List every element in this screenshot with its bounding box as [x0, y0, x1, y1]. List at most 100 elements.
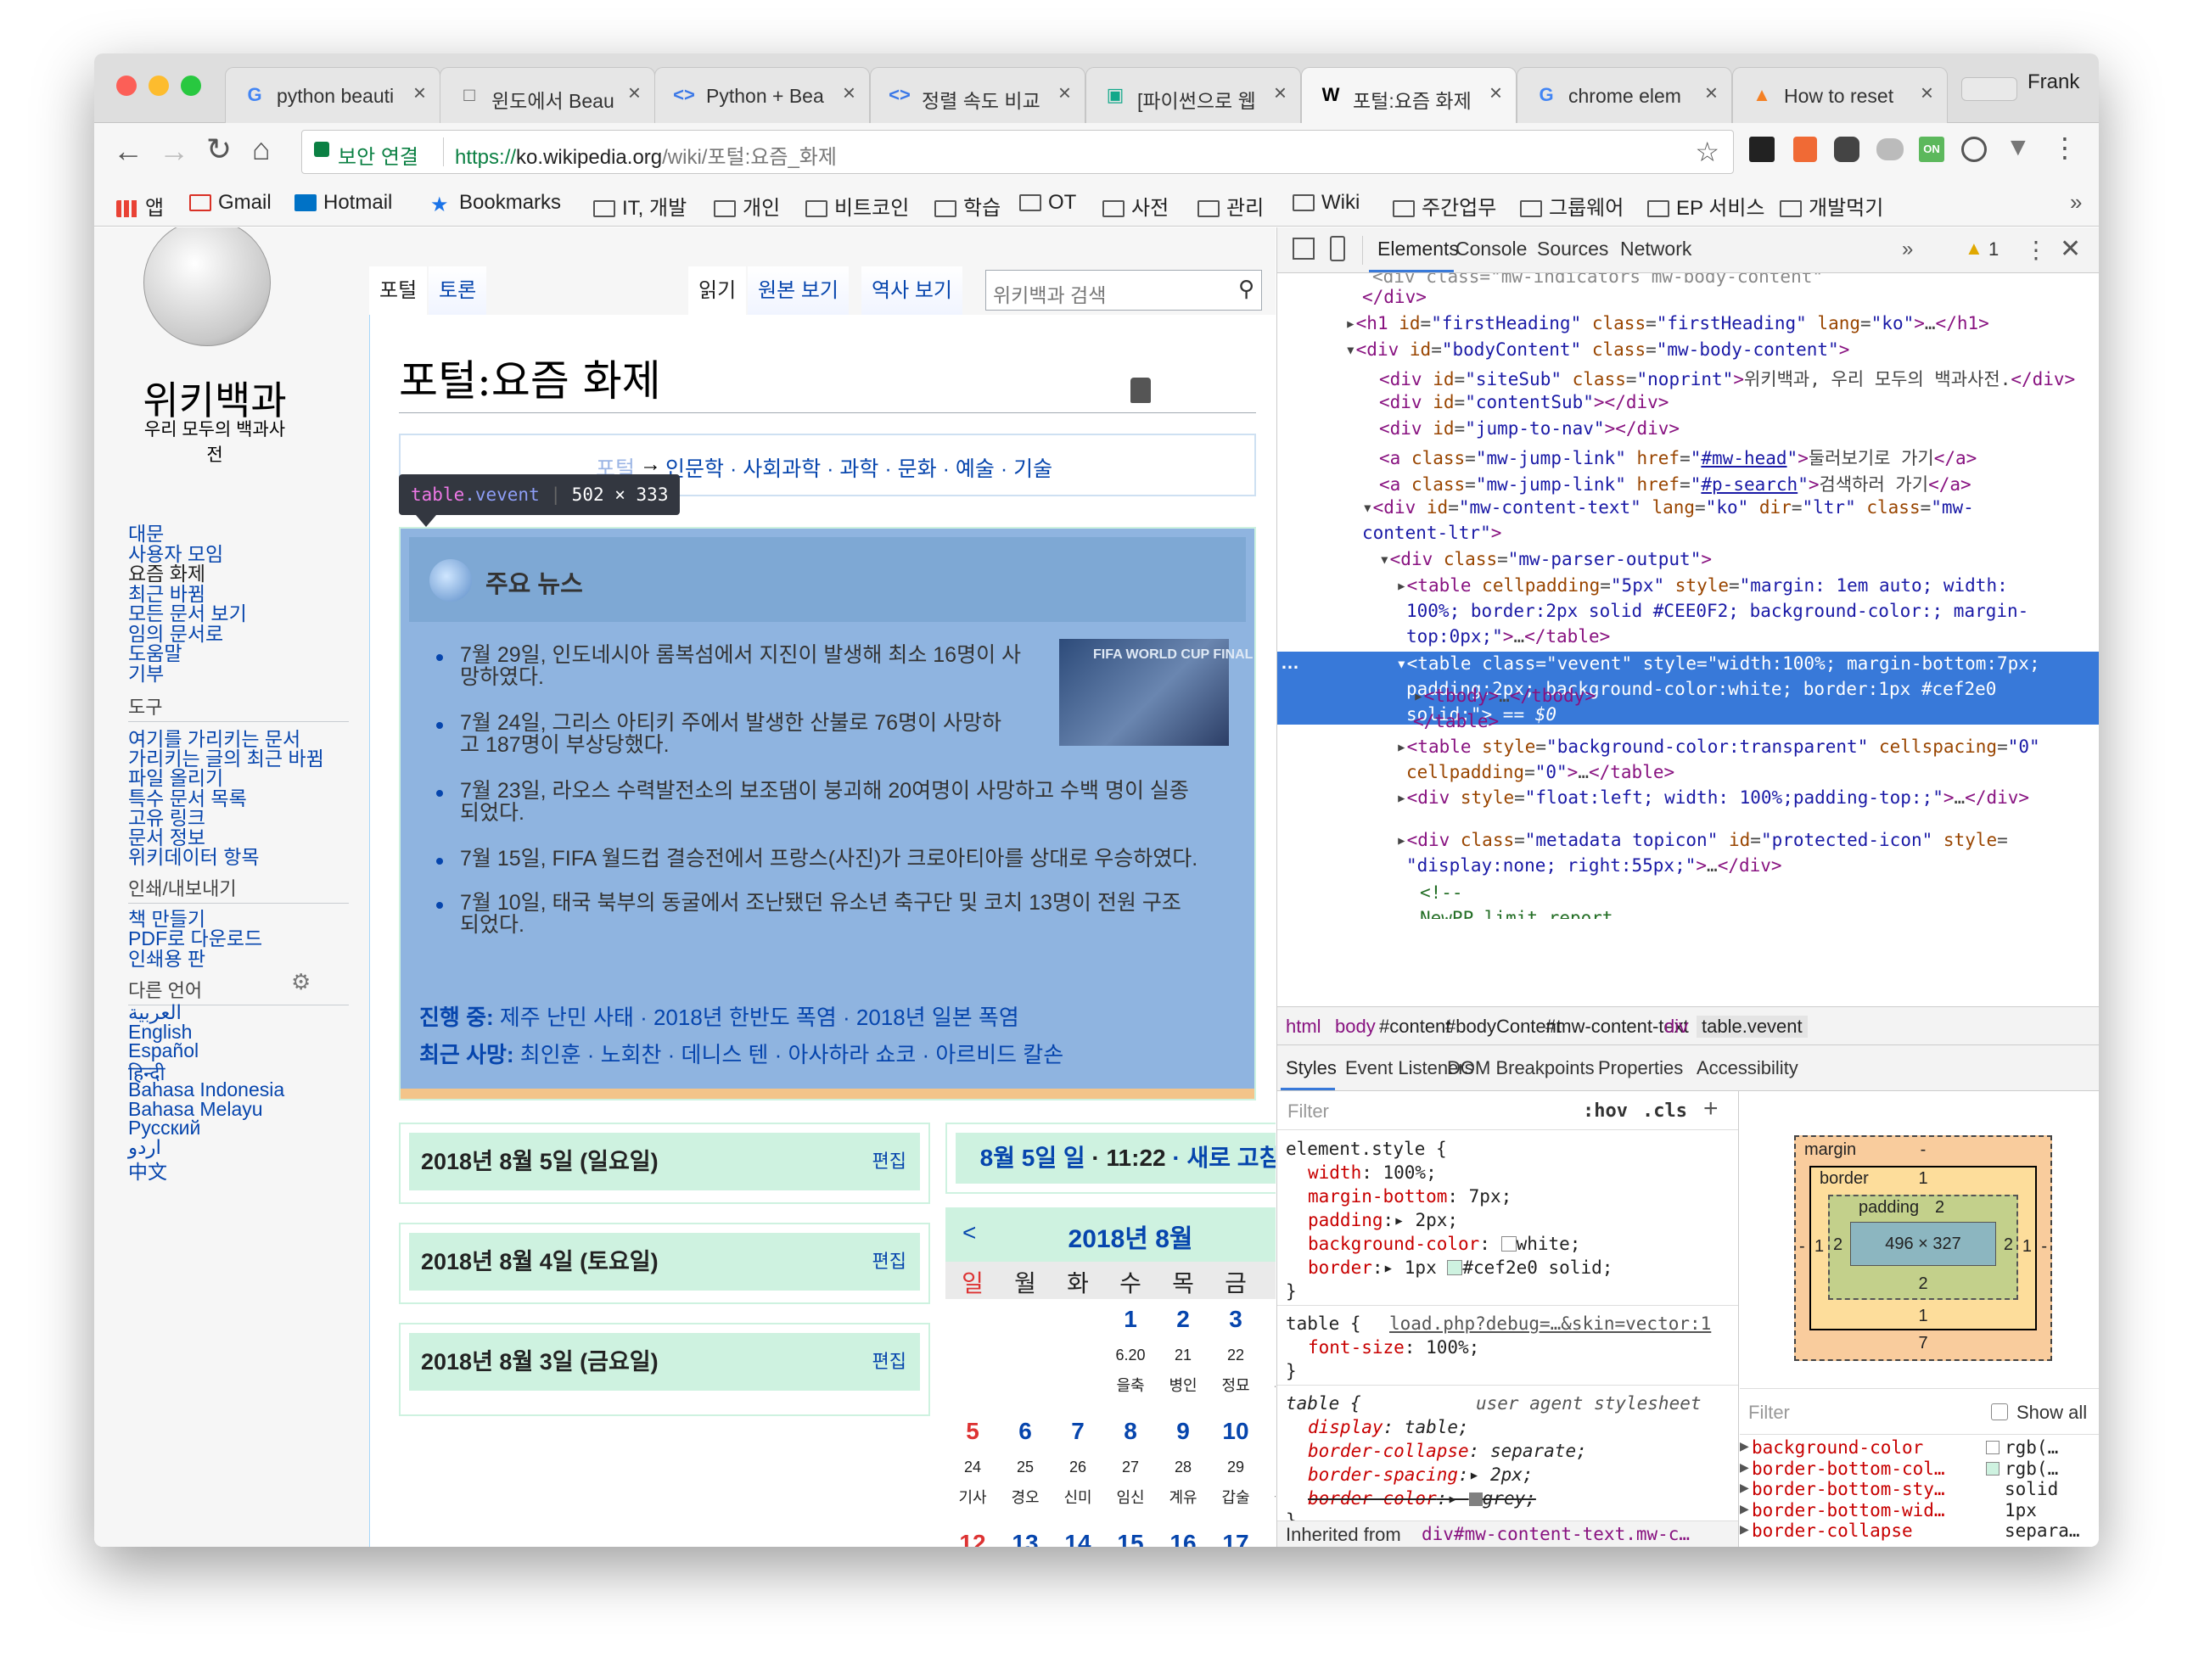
margin-bottom-value[interactable]: 7 — [1796, 1334, 2050, 1353]
padding-top-value[interactable]: 2 — [1935, 1198, 1944, 1218]
device-toolbar-icon[interactable] — [1330, 236, 1345, 261]
breadcrumb-item[interactable]: #content — [1379, 1016, 1450, 1038]
profile-name[interactable]: Frank — [2028, 70, 2079, 94]
devtools-more-tabs[interactable]: » — [1902, 238, 1913, 261]
margin-left-value[interactable]: - — [1799, 1237, 1805, 1257]
warning-count[interactable]: 1 — [1988, 238, 1999, 260]
dom-line[interactable]: "display:none; right:55px;">…</div> — [1406, 855, 1782, 876]
white-swatch[interactable] — [1500, 1236, 1517, 1252]
sidebar-language-item[interactable]: 中文 — [128, 1156, 167, 1184]
calendar-day[interactable]: 10 — [1210, 1418, 1261, 1445]
news-line-1[interactable]: 7월 29일, 인도네시아 롬복섬에서 지진이 발생해 최소 16명이 사 — [460, 643, 1021, 667]
mint-swatch[interactable] — [1447, 1260, 1463, 1275]
css-decl[interactable]: width: 100%; — [1308, 1162, 1437, 1183]
box-model-padding[interactable]: padding 2 2 2 2 496 × 327 — [1828, 1195, 2018, 1300]
cloud-icon[interactable] — [1876, 138, 1904, 160]
clock-refresh-link[interactable]: · 새로 고침 — [1172, 1145, 1276, 1171]
calendar-day[interactable]: 15 — [1105, 1530, 1156, 1547]
breadcrumb-item[interactable]: body — [1335, 1016, 1376, 1038]
news-line-2[interactable]: 고 187명이 부상당했다. — [460, 733, 670, 757]
ua-table-selector[interactable]: table { — [1286, 1393, 1361, 1414]
maximize-window-button[interactable] — [181, 76, 201, 96]
dom-line[interactable]: ▾<div class="mw-parser-output"> — [1379, 549, 1712, 569]
sidebar-print-item[interactable]: 인쇄용 판 — [128, 943, 205, 972]
dom-line[interactable]: <div id="contentSub"></div> — [1379, 392, 1669, 412]
news-item[interactable]: 7월 29일, 인도네시아 롬복섬에서 지진이 발생해 최소 16명이 사 망하였… — [436, 643, 1021, 688]
tab-4[interactable]: <> 정렬 속도 비교 × — [870, 67, 1085, 123]
margin-right-value[interactable]: - — [2041, 1237, 2047, 1257]
calendar-day[interactable]: 5 — [947, 1418, 998, 1445]
dom-line[interactable]: NewPP limit report — [1420, 908, 1613, 919]
css-decl[interactable]: display: table; — [1308, 1417, 1469, 1437]
tab-close-icon[interactable]: × — [628, 80, 641, 106]
devtools-tab-sources[interactable]: Sources — [1537, 238, 1608, 260]
hov-toggle[interactable]: :hov — [1583, 1100, 1628, 1122]
calendar-day[interactable]: 8 — [1105, 1418, 1156, 1445]
bookmark-item[interactable]: Gmail — [189, 191, 272, 215]
expand-arrow-icon[interactable]: ▶ — [1740, 1522, 1749, 1537]
warning-icon[interactable]: ▲ — [1965, 238, 1983, 260]
show-all-checkbox[interactable] — [1991, 1403, 2008, 1420]
bookmark-item[interactable]: Wiki — [1293, 191, 1360, 215]
table-selector[interactable]: table { — [1286, 1313, 1361, 1334]
computed-property[interactable]: border-collapse — [1752, 1520, 1913, 1541]
border-left-value[interactable]: 1 — [1814, 1237, 1824, 1257]
dom-line[interactable]: top:0px;">…</table> — [1406, 626, 1610, 647]
tab-8[interactable]: ▲ How to reset × — [1732, 67, 1948, 123]
calendar-day[interactable]: 11 — [1263, 1418, 1276, 1445]
tab-2[interactable]: □ 윈도에서 Beau × — [440, 67, 655, 123]
expand-arrow-icon[interactable]: ▶ — [1740, 1439, 1749, 1453]
box-model-content[interactable]: 496 × 327 — [1850, 1222, 1996, 1266]
news-item[interactable]: 7월 10일, 태국 북부의 동굴에서 조난됐던 유소년 축구단 및 코치 13… — [436, 891, 1181, 936]
dom-line[interactable]: <div id="jump-to-nav"></div> — [1379, 418, 1680, 439]
border-bottom-value[interactable]: 1 — [1811, 1307, 2035, 1326]
on-extension-icon[interactable]: ON — [1919, 137, 1944, 162]
tab-7[interactable]: Gchrome elem × — [1517, 67, 1732, 123]
news-line-1[interactable]: 7월 23일, 라오스 수력발전소의 보조댐이 붕괴해 20여명이 사망하고 수… — [460, 779, 1189, 803]
css-decl-overridden[interactable]: border-color:▸ grey; — [1308, 1488, 1536, 1509]
tab-portal[interactable]: 포털 — [369, 266, 428, 316]
day-box-edit-link[interactable]: 편집 — [872, 1333, 906, 1391]
border-top-value[interactable]: 1 — [1811, 1169, 2035, 1189]
dom-line[interactable]: <a class="mw-jump-link" href="#mw-head">… — [1379, 445, 1977, 470]
dom-line[interactable]: </table> — [1413, 711, 1499, 731]
search-icon[interactable]: ⚲ — [1238, 276, 1254, 302]
breadcrumb-item[interactable]: table.vevent — [1697, 1016, 1808, 1038]
inspect-element-icon[interactable] — [1293, 238, 1315, 260]
dom-line[interactable]: ▸<table style="background-color:transpar… — [1396, 736, 2040, 757]
styles-subtab[interactable]: Accessibility — [1697, 1057, 1798, 1079]
reload-icon[interactable]: ↻ — [206, 132, 232, 167]
tab-1[interactable]: Gpython beauti × — [225, 67, 440, 123]
protected-lock-icon[interactable] — [1130, 378, 1151, 403]
box-model-border[interactable]: border 1 1 1 1 padding 2 2 2 2 496 × 327 — [1809, 1166, 2037, 1330]
devtools-tab-network[interactable]: Network — [1620, 238, 1691, 260]
devtools-menu-icon[interactable]: ⋮ — [2024, 236, 2048, 264]
wikipedia-globe-logo[interactable] — [143, 227, 271, 346]
css-decl[interactable]: border-spacing:▸ 2px; — [1308, 1464, 1534, 1485]
day-box-edit-link[interactable]: 편집 — [872, 1233, 906, 1291]
calendar-day[interactable]: 12 — [947, 1530, 998, 1547]
css-decl[interactable]: margin-bottom: 7px; — [1308, 1186, 1512, 1207]
margin-top-value[interactable]: - — [1796, 1140, 2050, 1160]
dom-line[interactable]: ▸<table cellpadding="5px" style="margin:… — [1396, 575, 2008, 596]
css-decl[interactable]: border:▸ 1px #cef2e0 solid; — [1308, 1257, 1612, 1278]
tab-read[interactable]: 읽기 — [688, 266, 747, 316]
bookmark-item[interactable]: OT — [1019, 191, 1076, 215]
bookmark-item[interactable]: 관리 — [1197, 191, 1264, 221]
minimize-window-button[interactable] — [149, 76, 169, 96]
info-extension-icon[interactable] — [1961, 137, 1987, 162]
bookmarks-more[interactable]: » — [2070, 189, 2082, 216]
calendar-day[interactable]: 16 — [1158, 1530, 1209, 1547]
calendar-day[interactable]: 1 — [1105, 1306, 1156, 1333]
news-line-1[interactable]: 7월 10일, 태국 북부의 동굴에서 조난됐던 유소년 축구단 및 코치 13… — [460, 891, 1181, 915]
ongoing-items[interactable]: 제주 난민 사태 · 2018년 한반도 폭염 · 2018년 일본 폭염 — [500, 1005, 1019, 1030]
forward-icon[interactable]: → — [159, 133, 189, 169]
tab-talk[interactable]: 토론 — [429, 266, 487, 316]
dom-line[interactable]: </div> — [1362, 287, 1427, 307]
devtools-tab-elements[interactable]: Elements — [1377, 238, 1459, 260]
bookmark-item[interactable]: EP 서비스 — [1647, 191, 1765, 221]
expand-arrow-icon[interactable]: ▶ — [1740, 1460, 1749, 1475]
dom-line[interactable]: cellpadding="0">…</table> — [1406, 762, 1674, 782]
bookmark-item[interactable]: 비트코인 — [805, 191, 909, 221]
calendar-day[interactable]: 4 — [1263, 1306, 1276, 1333]
